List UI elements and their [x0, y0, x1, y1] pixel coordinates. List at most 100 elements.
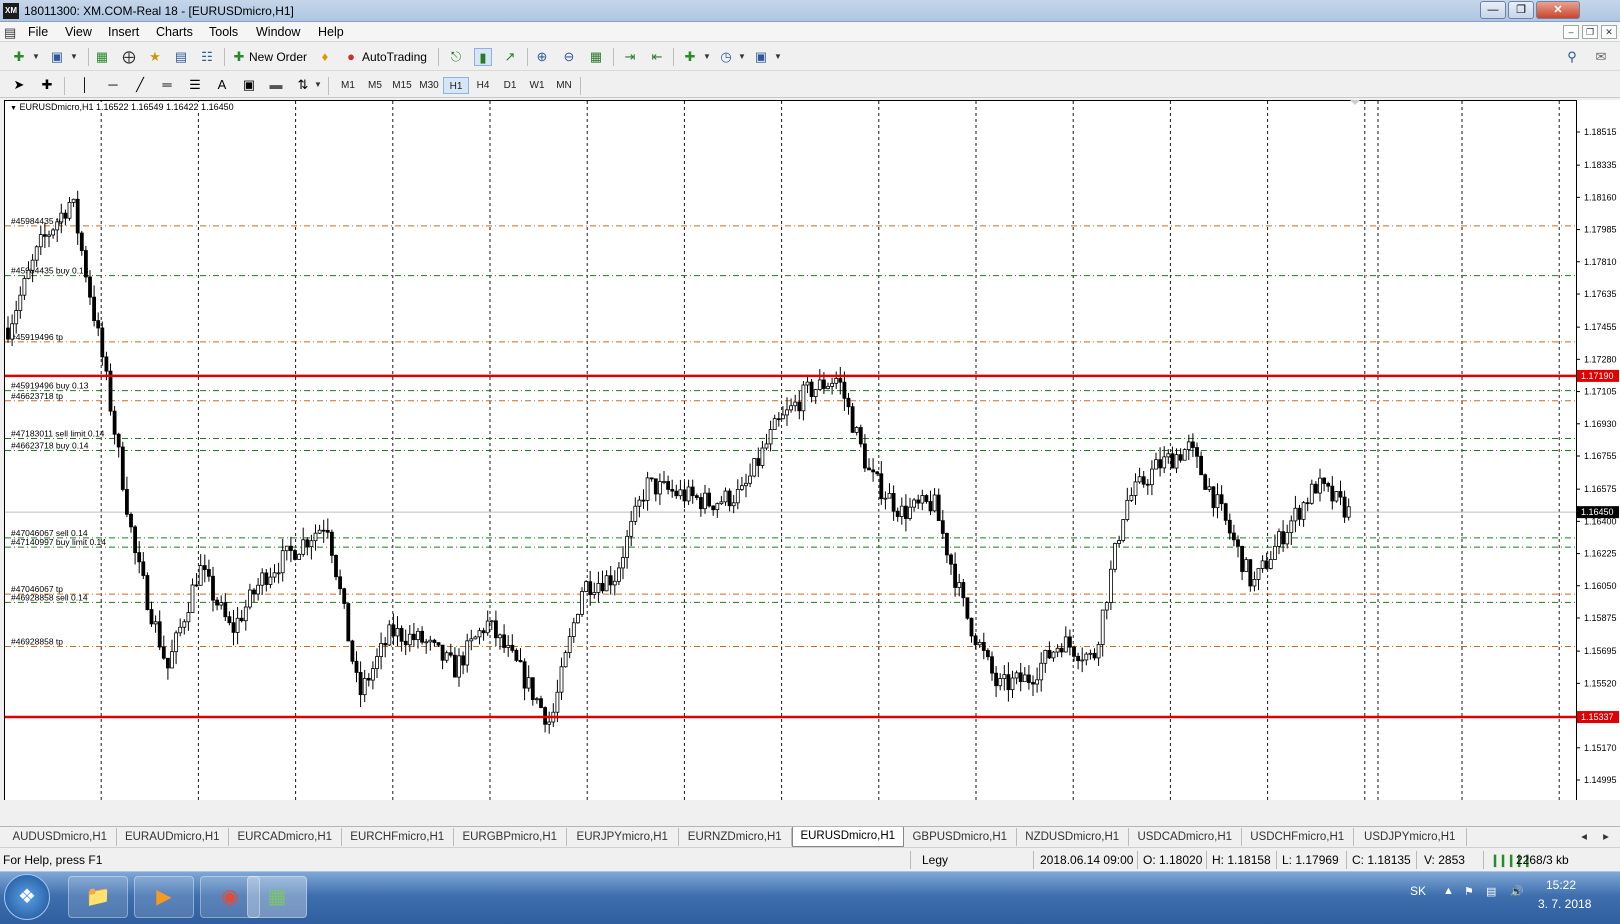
timeframe-h1[interactable]: H1: [443, 77, 469, 94]
search-icon[interactable]: ⚲: [1563, 48, 1581, 66]
menu-window[interactable]: Window: [256, 25, 300, 39]
menu-file[interactable]: File: [28, 25, 48, 39]
candle-body: [830, 382, 834, 387]
tab-scroll-right-icon[interactable]: ▸: [1596, 828, 1616, 846]
chart-tab[interactable]: EURCADmicro,H1: [229, 828, 342, 846]
auto-scroll-icon[interactable]: ⇥: [621, 48, 639, 66]
market-watch-icon[interactable]: ▦: [93, 48, 111, 66]
windows-start-icon[interactable]: ❖: [4, 874, 50, 920]
chart-tab[interactable]: EURCHFmicro,H1: [342, 828, 454, 846]
zoom-out-icon[interactable]: ⊖: [560, 48, 578, 66]
media-player-icon[interactable]: ▶: [134, 876, 194, 918]
chevron-down-icon[interactable]: ▼: [27, 48, 45, 66]
menu-help[interactable]: Help: [318, 25, 344, 39]
timeframe-m30[interactable]: M30: [416, 77, 442, 94]
chart-collapse-icon[interactable]: ▼: [10, 105, 17, 112]
new-order-button[interactable]: New Order: [249, 47, 307, 67]
metatrader-icon[interactable]: ▦: [247, 876, 307, 918]
chart-tab[interactable]: USDJPYmicro,H1: [1354, 828, 1467, 846]
indicators-icon[interactable]: ✚: [681, 48, 699, 66]
chart-tab[interactable]: EURGBPmicro,H1: [454, 828, 567, 846]
menu-insert[interactable]: Insert: [108, 25, 139, 39]
tray-expand-icon[interactable]: ▲: [1443, 885, 1454, 897]
autotrading-icon[interactable]: ●: [342, 48, 360, 66]
timeframe-m5[interactable]: M5: [362, 77, 388, 94]
candle-body: [1305, 502, 1310, 505]
terminal-icon[interactable]: ▤: [172, 48, 190, 66]
chart-tab[interactable]: EURJPYmicro,H1: [567, 828, 679, 846]
new-chart-icon[interactable]: ✚: [10, 48, 28, 66]
crosshair-icon[interactable]: ✚: [38, 76, 56, 94]
equidistant-channel-icon[interactable]: ═: [158, 76, 176, 94]
mdi-restore-icon[interactable]: ❐: [1582, 25, 1598, 39]
profiles-icon[interactable]: ▣: [48, 48, 66, 66]
candle-body: [842, 381, 847, 399]
menu-view[interactable]: View: [65, 25, 92, 39]
trendline-icon[interactable]: ╱: [131, 76, 149, 94]
chart-tab[interactable]: EURAUDmicro,H1: [117, 828, 229, 846]
candle-body: [817, 379, 822, 390]
chart-tab[interactable]: EURUSDmicro,H1: [791, 827, 904, 847]
tab-scroll-left-icon[interactable]: ◂: [1574, 828, 1594, 846]
text-icon[interactable]: A: [213, 76, 231, 94]
chat-icon[interactable]: ✉: [1592, 48, 1610, 66]
chevron-down-icon[interactable]: ▼: [769, 48, 787, 66]
candle-body: [998, 678, 1003, 687]
minimize-icon[interactable]: —: [1480, 1, 1506, 19]
navigator-icon[interactable]: ★: [146, 48, 164, 66]
chart-tab[interactable]: USDCADmicro,H1: [1129, 828, 1242, 846]
chevron-down-icon[interactable]: ▼: [698, 48, 716, 66]
action-center-flag-icon[interactable]: ⚑: [1464, 885, 1474, 898]
timeframe-mn[interactable]: MN: [551, 77, 577, 94]
language-indicator[interactable]: SK: [1410, 884, 1426, 898]
chevron-down-icon[interactable]: ▼: [733, 48, 751, 66]
clock-time[interactable]: 15:22: [1546, 878, 1576, 892]
text-label-icon[interactable]: ▣: [240, 76, 258, 94]
candle-body: [301, 539, 306, 555]
price-chart[interactable]: 1.18515 1.18335 1.18160 1.17985 1.17810 1.176…: [4, 100, 1620, 800]
chevron-down-icon[interactable]: ▼: [65, 48, 83, 66]
zoom-in-icon[interactable]: ⊕: [533, 48, 551, 66]
menu-tools[interactable]: Tools: [209, 25, 238, 39]
candlestick-chart-icon[interactable]: ▮: [474, 48, 492, 66]
mdi-close-icon[interactable]: ✕: [1601, 25, 1617, 39]
menu-charts[interactable]: Charts: [156, 25, 193, 39]
tile-windows-icon[interactable]: ▦: [587, 48, 605, 66]
chart-tab[interactable]: EURNZDmicro,H1: [679, 828, 792, 846]
timeframe-d1[interactable]: D1: [497, 77, 523, 94]
chart-window[interactable]: 1.18515 1.18335 1.18160 1.17985 1.17810 1.176…: [4, 100, 1620, 800]
price-label: 1.16225: [1584, 549, 1617, 559]
data-window-icon[interactable]: ⨁: [120, 48, 138, 66]
timeframe-m1[interactable]: M1: [335, 77, 361, 94]
cursor-icon[interactable]: ➤: [10, 76, 28, 94]
chart-tab[interactable]: GBPUSDmicro,H1: [904, 828, 1017, 846]
chart-tab[interactable]: USDCHFmicro,H1: [1242, 828, 1354, 846]
bar-chart-icon[interactable]: ⎋: [447, 48, 465, 66]
clock-date[interactable]: 3. 7. 2018: [1538, 897, 1591, 911]
line-chart-icon[interactable]: ↗: [501, 48, 519, 66]
chart-tab[interactable]: AUDUSDmicro,H1: [4, 828, 117, 846]
timeframe-h4[interactable]: H4: [470, 77, 496, 94]
close-icon[interactable]: ✕: [1536, 1, 1580, 19]
timeframe-w1[interactable]: W1: [524, 77, 550, 94]
vertical-line-icon[interactable]: │: [76, 76, 94, 94]
candle-body: [1260, 560, 1265, 569]
new-order-icon[interactable]: ✚: [230, 48, 248, 66]
rectangle-icon[interactable]: ▬: [267, 76, 285, 94]
strategy-tester-icon[interactable]: ☷: [198, 48, 216, 66]
price-label: 1.17280: [1584, 354, 1617, 364]
chevron-down-icon[interactable]: ▼: [309, 76, 327, 94]
chart-shift-icon[interactable]: ⇤: [648, 48, 666, 66]
mdi-minimize-icon[interactable]: –: [1563, 25, 1579, 39]
horizontal-line-icon[interactable]: ─: [104, 76, 122, 94]
file-explorer-icon[interactable]: 📁: [68, 876, 128, 918]
fibonacci-icon[interactable]: ☰: [186, 76, 204, 94]
volume-icon[interactable]: 🔊: [1510, 885, 1524, 898]
timeframe-m15[interactable]: M15: [389, 77, 415, 94]
autotrading-button[interactable]: AutoTrading: [362, 47, 427, 67]
templates-icon[interactable]: ▣: [752, 48, 770, 66]
network-icon[interactable]: ▤: [1486, 885, 1496, 898]
maximize-icon[interactable]: ❐: [1508, 1, 1534, 19]
metaeditor-icon[interactable]: ♦: [316, 48, 334, 66]
chart-tab[interactable]: NZDUSDmicro,H1: [1017, 828, 1129, 846]
